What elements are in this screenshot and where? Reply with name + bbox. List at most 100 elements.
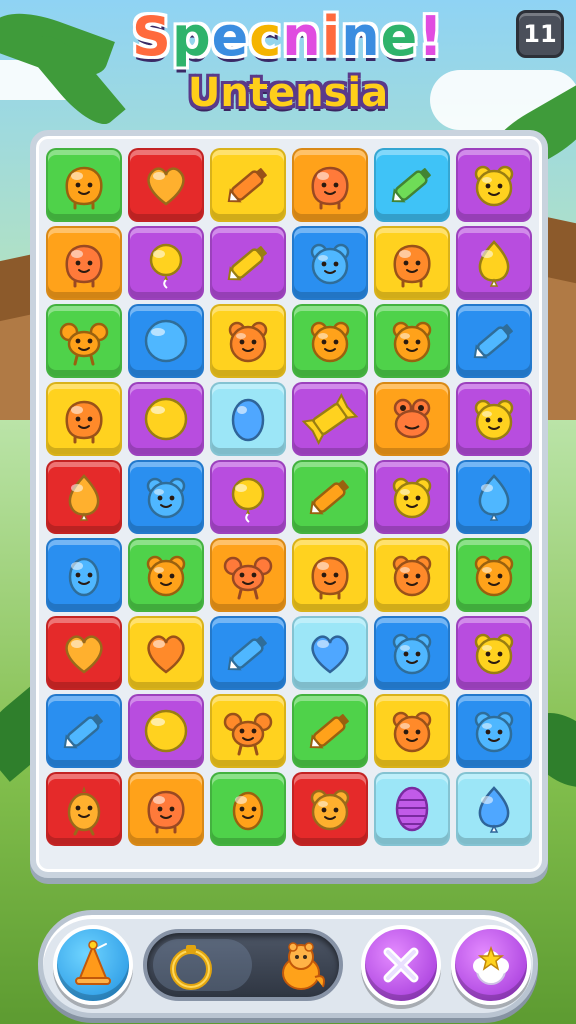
board-tile[interactable] <box>128 304 204 378</box>
bottom-bar <box>38 910 538 1018</box>
ball-icon <box>144 709 188 753</box>
board-tile[interactable] <box>210 772 286 846</box>
ring-icon <box>170 945 212 990</box>
board-tile[interactable] <box>210 694 286 768</box>
crayon-icon <box>63 714 103 749</box>
close-button[interactable] <box>361 925 441 1005</box>
board-tile[interactable] <box>374 148 450 222</box>
board-tile[interactable] <box>456 616 532 690</box>
board-tile[interactable] <box>292 148 368 222</box>
board-tile[interactable] <box>456 460 532 534</box>
balloon-icon <box>231 477 265 523</box>
board-tile[interactable] <box>46 460 122 534</box>
ball-icon <box>144 319 188 363</box>
board-tile[interactable] <box>374 304 450 378</box>
board-tile[interactable] <box>128 382 204 456</box>
board-tile[interactable] <box>128 226 204 300</box>
blob-face-icon <box>65 244 103 288</box>
board-tile[interactable] <box>456 226 532 300</box>
board-tile[interactable] <box>456 538 532 612</box>
board-tile[interactable] <box>46 694 122 768</box>
board-tile[interactable] <box>128 538 204 612</box>
bell-button[interactable] <box>53 925 133 1005</box>
heart-icon <box>65 635 103 674</box>
board-tile[interactable] <box>46 304 122 378</box>
board-tile[interactable] <box>292 304 368 378</box>
board-tile[interactable] <box>128 460 204 534</box>
blob-face-icon <box>65 166 103 210</box>
crayon-icon <box>391 168 431 203</box>
board-tile[interactable] <box>292 772 368 846</box>
blob-face-icon <box>147 790 185 834</box>
board-tile[interactable] <box>374 694 450 768</box>
bear-face-icon <box>146 555 186 597</box>
cocoon-icon <box>395 786 429 832</box>
board-tile[interactable] <box>292 460 368 534</box>
bear-face-icon <box>474 399 514 441</box>
board-tile[interactable] <box>374 772 450 846</box>
level-badge[interactable]: 11 <box>516 10 564 58</box>
crab-icon <box>223 712 273 756</box>
crayon-icon <box>227 636 267 671</box>
board-tile[interactable] <box>210 460 286 534</box>
chick-icon <box>67 786 101 836</box>
close-icon <box>383 947 419 983</box>
crayon-icon <box>227 246 267 281</box>
egg-face-icon <box>232 791 264 831</box>
board-tile[interactable] <box>292 538 368 612</box>
blob-face-icon <box>393 244 431 288</box>
board-tile[interactable] <box>128 616 204 690</box>
drop-icon <box>478 786 510 833</box>
star-burst-icon <box>473 945 509 985</box>
crayon-icon <box>227 168 267 203</box>
title-main: Specnine! <box>132 5 444 68</box>
candy-icon <box>301 392 359 446</box>
board-tile[interactable] <box>46 772 122 846</box>
board-tile[interactable] <box>46 382 122 456</box>
crayon-icon <box>309 480 349 515</box>
board-tile[interactable] <box>374 226 450 300</box>
board-tile[interactable] <box>456 148 532 222</box>
board-tile[interactable] <box>456 694 532 768</box>
bear-face-icon <box>228 321 268 363</box>
board-tile[interactable] <box>210 616 286 690</box>
progress-slot <box>143 929 343 1001</box>
board-tile[interactable] <box>128 148 204 222</box>
board-tile[interactable] <box>292 694 368 768</box>
critter-icon <box>282 942 325 990</box>
board-tile[interactable] <box>456 382 532 456</box>
board-tile[interactable] <box>46 616 122 690</box>
drop-icon <box>478 240 510 287</box>
balloon-icon <box>149 243 183 289</box>
crayon-icon <box>473 324 513 359</box>
boost-button[interactable] <box>451 925 531 1005</box>
board-tile[interactable] <box>374 538 450 612</box>
board-tile[interactable] <box>210 148 286 222</box>
board-tile[interactable] <box>210 538 286 612</box>
board-tile[interactable] <box>292 226 368 300</box>
ball-icon <box>144 397 188 441</box>
bear-face-icon <box>392 633 432 675</box>
board-tile[interactable] <box>46 226 122 300</box>
board-tile[interactable] <box>456 304 532 378</box>
board-tile[interactable] <box>374 616 450 690</box>
board-tile[interactable] <box>456 772 532 846</box>
crab-icon <box>223 556 273 600</box>
board-tile[interactable] <box>46 148 122 222</box>
board-tile[interactable] <box>292 382 368 456</box>
board-tile[interactable] <box>292 616 368 690</box>
board-tile[interactable] <box>210 226 286 300</box>
bear-face-icon <box>146 477 186 519</box>
board-tile[interactable] <box>374 460 450 534</box>
board-tile[interactable] <box>210 382 286 456</box>
game-title: Specnine! Untensia <box>0 4 576 116</box>
board-tile[interactable] <box>374 382 450 456</box>
drop-icon <box>478 474 510 521</box>
board-tile[interactable] <box>46 538 122 612</box>
board-tile[interactable] <box>128 694 204 768</box>
board-tile[interactable] <box>128 772 204 846</box>
egg-face-icon <box>68 557 100 597</box>
crayon-icon <box>309 714 349 749</box>
board-tile[interactable] <box>210 304 286 378</box>
bear-face-icon <box>310 321 350 363</box>
